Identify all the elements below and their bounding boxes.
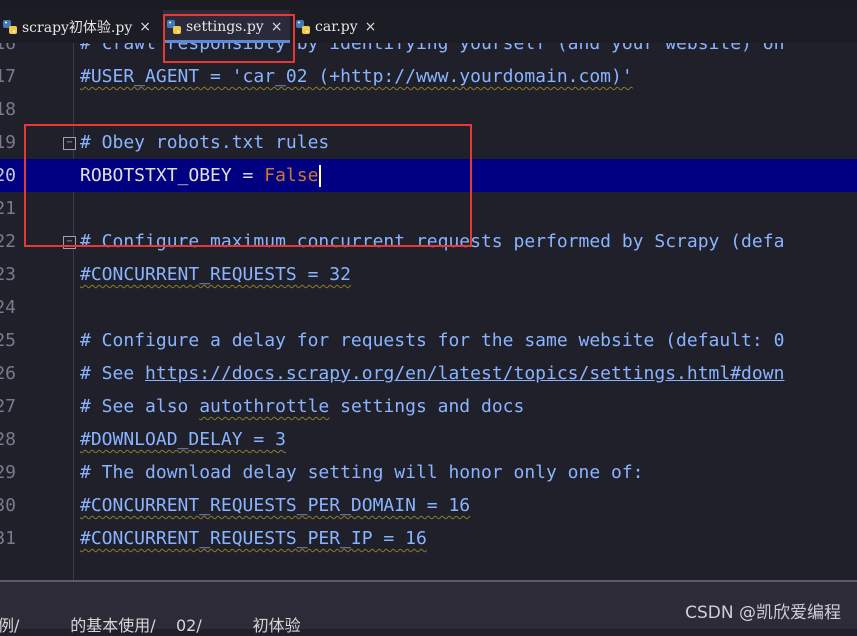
code-line: 17 #USER_AGENT = 'car_02 (+http://www.yo… [0,60,857,93]
code-text: #CONCURRENT_REQUESTS = 32 [80,264,351,285]
close-tab-icon[interactable]: × [139,19,151,35]
tab-label: scrapy初体验.py [22,19,133,36]
code-text: # Configure a delay for requests for the… [80,330,785,351]
tab-scrapy-trial[interactable]: scrapy初体验.py × [0,10,157,43]
line-number: 26 [0,363,16,384]
code-line: 18 [0,93,857,126]
code-line: 26 # See https://docs.scrapy.org/en/late… [0,357,857,390]
line-number: 20 [0,165,16,186]
code-text: #CONCURRENT_REQUESTS_PER_IP = 16 [80,528,427,549]
line-number: 16 [0,43,16,54]
line-number: 31 [0,528,16,549]
line-number: 21 [0,198,16,219]
watermark: CSDN @凯欣爱编程 [685,603,841,623]
code-line: 31 #CONCURRENT_REQUESTS_PER_IP = 16 [0,522,857,555]
breadcrumb: 例/ 的基本使用/ 02/ 初体验 [0,616,301,635]
setting-value: False [264,165,319,186]
spellcheck-word: autothrottle [199,396,330,417]
fold-toggle-icon[interactable]: − [63,236,76,249]
line-number: 22 [0,231,16,252]
python-file-icon [296,19,310,34]
code-text: # Obey robots.txt rules [80,132,330,153]
tab-label: car.py [315,18,358,35]
code-line: 21 [0,192,857,225]
code-line: 27 # See also autothrottle settings and … [0,390,857,423]
line-number: 17 [0,66,16,87]
code-line: 19 − # Obey robots.txt rules [0,126,857,159]
code-text: # Configure maximum concurrent requests … [80,231,785,252]
code-text: ROBOTSTXT_OBEY = False [80,159,322,192]
window-top-strip [0,0,857,10]
line-number: 28 [0,429,16,450]
setting-name: ROBOTSTXT_OBEY = [80,165,265,186]
docs-link[interactable]: https://docs.scrapy.org/en/latest/topics… [145,363,784,384]
python-file-icon [167,19,181,34]
code-editor[interactable]: 16 # crawl responsibly by identifying yo… [0,43,857,580]
line-number: 18 [0,99,16,120]
code-line: 23 #CONCURRENT_REQUESTS = 32 [0,258,857,291]
line-number: 19 [0,132,16,153]
code-text: # See also autothrottle settings and doc… [80,390,524,423]
code-text: # The download delay setting will honor … [80,462,644,483]
code-text: #CONCURRENT_REQUESTS_PER_DOMAIN = 16 [80,495,471,516]
comment-prefix: # See [80,363,146,384]
code-text: #DOWNLOAD_DELAY = 3 [80,429,286,450]
current-code-line: 20 ROBOTSTXT_OBEY = False [0,159,857,192]
code-line: 16 # crawl responsibly by identifying yo… [0,43,857,60]
close-tab-icon[interactable]: × [365,19,377,35]
code-line: 28 #DOWNLOAD_DELAY = 3 [0,423,857,456]
line-number: 25 [0,330,16,351]
line-number: 24 [0,297,16,318]
line-number: 29 [0,462,16,483]
tab-car[interactable]: car.py × [293,10,382,43]
python-file-icon [3,19,17,34]
code-text: # See https://docs.scrapy.org/en/latest/… [80,357,784,390]
line-number: 27 [0,396,16,417]
code-line: 30 #CONCURRENT_REQUESTS_PER_DOMAIN = 16 [0,489,857,522]
comment-prefix: # See also [80,396,200,417]
comment-suffix: settings and docs [329,396,525,417]
code-line: 24 [0,291,857,324]
line-number: 30 [0,495,16,516]
code-text: # crawl responsibly by identifying yours… [80,43,785,54]
code-line: 25 # Configure a delay for requests for … [0,324,857,357]
code-line: 22 − # Configure maximum concurrent requ… [0,225,857,258]
editor-tab-bar: scrapy初体验.py × settings.py × car.py × [0,10,857,44]
tab-label: settings.py [186,18,264,35]
close-tab-icon[interactable]: × [271,19,283,35]
tab-settings[interactable]: settings.py × [163,10,291,43]
fold-toggle-icon[interactable]: − [63,137,76,150]
line-number: 23 [0,264,16,285]
code-text: #USER_AGENT = 'car_02 (+http://www.yourd… [80,66,633,87]
code-line: 29 # The download delay setting will hon… [0,456,857,489]
text-cursor [319,165,322,187]
